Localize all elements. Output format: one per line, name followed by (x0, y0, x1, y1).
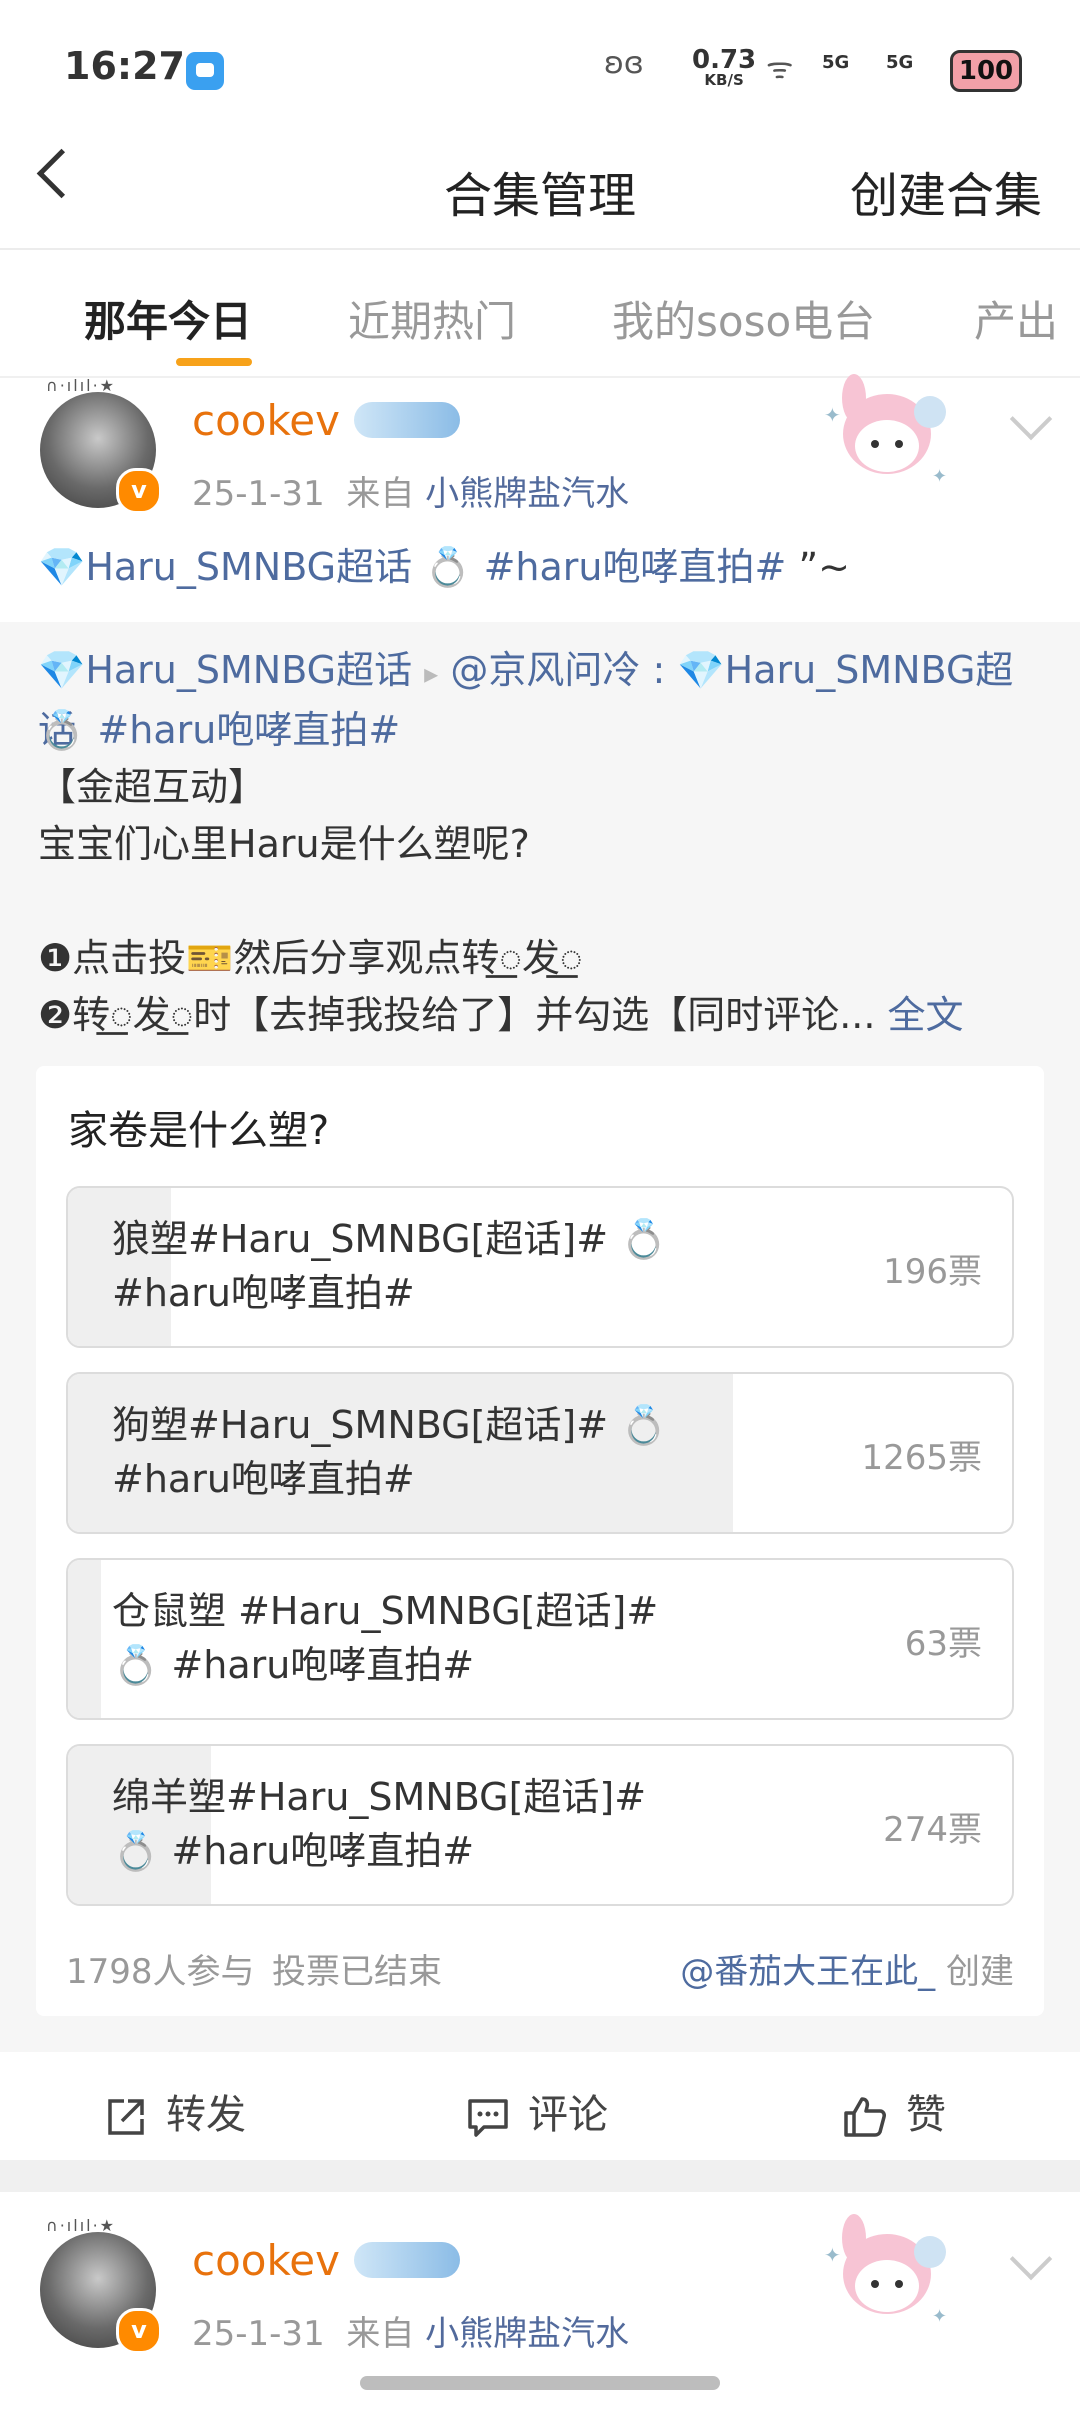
repost-line-2: 💍 #haru咆哮直拍# (38, 702, 1048, 759)
vote-option-count: 274票 (883, 1810, 982, 1850)
battery-indicator: 100 (950, 50, 1022, 92)
repost-colon: : (652, 648, 666, 692)
create-collection-button[interactable]: 创建合集 (850, 156, 1042, 226)
repost-author-link[interactable]: @京风问冷 (450, 648, 640, 692)
post-from-label: 来自 (346, 2314, 415, 2354)
tab-recent-hot[interactable]: 近期热门 (348, 288, 516, 349)
vote-option[interactable]: 仓鼠塑 #Haru_SMNBG[超话]# 💍 #haru咆哮直拍# 63票 (66, 1558, 1014, 1720)
like-button[interactable]: 赞 (842, 2082, 946, 2140)
tab-output[interactable]: 产出 (974, 288, 1058, 349)
repost-button[interactable]: 转发 (104, 2082, 246, 2140)
svg-text:✦: ✦ (824, 2243, 841, 2267)
vote-option[interactable]: 狗塑#Haru_SMNBG[超话]# 💍 #haru咆哮直拍# 1265票 (66, 1372, 1014, 1534)
home-indicator[interactable] (360, 2376, 720, 2390)
tab-soso-radio[interactable]: 我的soso电台 (612, 288, 875, 349)
post-text: 💎Haru_SMNBG超话 💍 #haru咆哮直拍# ”~ (38, 536, 850, 591)
svg-text:✦: ✦ (932, 2306, 947, 2327)
vote-creator-suffix: 创建 (946, 1952, 1014, 1992)
header-divider (0, 248, 1080, 250)
vote-option-line1: 狗塑#Haru_SMNBG[超话]# 💍 (112, 1403, 668, 1447)
repost-step2-line: ❷转꯭发꯭时【去掉我投给了】并勾选【同时评论... 全文 (38, 987, 1048, 1044)
repost-bracket-line: 【金超互动】 (38, 765, 267, 809)
repost-question-line: 宝宝们心里Haru是什么塑呢? (38, 822, 530, 866)
vote-option-line1: 仓鼠塑 #Haru_SMNBG[超话]# (112, 1589, 659, 1633)
post-source[interactable]: 小熊牌盐汽水 (425, 474, 629, 514)
post-from-label: 来自 (346, 474, 415, 514)
vote-option-label: 仓鼠塑 #Haru_SMNBG[超话]# 💍 #haru咆哮直拍# (112, 1584, 772, 1692)
vote-option-count: 63票 (904, 1624, 982, 1664)
vote-option-line1: 绵羊塑#Haru_SMNBG[超话]# (112, 1775, 647, 1819)
comment-icon (468, 2099, 508, 2137)
network-speed: 0.73 KB/S (692, 47, 756, 90)
share-icon (108, 2099, 144, 2135)
vote-status: 投票已结束 (272, 1952, 442, 1992)
feed-separator (0, 2160, 1080, 2192)
post-text-tail: ”~ (798, 545, 850, 589)
chevron-down-icon[interactable] (1009, 2237, 1053, 2281)
app-notification-icon (186, 52, 224, 90)
repost-text: 💎Haru_SMNBG超话 ▸ @京风问冷 : 💎Haru_SMNBG超话 💍 … (38, 642, 1048, 1044)
svg-text:✦: ✦ (824, 403, 841, 427)
vote-option-line1: 狼塑#Haru_SMNBG[超话]# 💍 (112, 1217, 668, 1261)
vote-option-count: 196票 (883, 1252, 982, 1292)
vote-creator-link[interactable]: @番茄大王在此_ (680, 1952, 935, 1992)
thumbs-up-icon (844, 2097, 886, 2137)
vote-option-line2: 💍 #haru咆哮直拍# (112, 1829, 475, 1873)
chevron-down-icon[interactable] (1009, 397, 1053, 441)
post-meta: 25-1-31 来自 小熊牌盐汽水 (192, 466, 629, 515)
melody-decoration-icon: ✦ ✦ (824, 374, 947, 487)
vote-option-line2: #haru咆哮直拍# (112, 1457, 415, 1501)
user-badge-icon (354, 402, 460, 438)
comment-button[interactable]: 评论 (466, 2082, 608, 2140)
repost-label: 转发 (166, 2092, 246, 2138)
vote-option[interactable]: 狼塑#Haru_SMNBG[超话]# 💍 #haru咆哮直拍# 196票 (66, 1186, 1014, 1348)
like-label: 赞 (906, 2092, 946, 2138)
status-time: 16:27 (64, 44, 185, 88)
post-topic-link[interactable]: 💎Haru_SMNBG超话 (38, 545, 412, 589)
active-tab-indicator (176, 358, 252, 366)
repost-step2: ❷转꯭发꯭时【去掉我投给了】并勾选【同时评论... (38, 993, 876, 1037)
melody-decoration-icon: ✦ ✦ (824, 2214, 947, 2327)
vote-option-bar (68, 1560, 102, 1718)
ring-emoji: 💍 (424, 545, 472, 589)
username[interactable]: cookev (192, 2236, 340, 2285)
verified-badge-icon: v (116, 468, 162, 514)
comment-label: 评论 (528, 2092, 608, 2138)
vote-creator: @番茄大王在此_ 创建 (680, 1944, 1014, 1993)
vote-option-label: 绵羊塑#Haru_SMNBG[超话]# 💍 #haru咆哮直拍# (112, 1770, 772, 1878)
vote-option[interactable]: 绵羊塑#Haru_SMNBG[超话]# 💍 #haru咆哮直拍# 274票 (66, 1744, 1014, 1906)
vote-option-label: 狗塑#Haru_SMNBG[超话]# 💍 #haru咆哮直拍# (112, 1398, 772, 1506)
vote-option-count: 1265票 (861, 1438, 982, 1478)
svg-text:✦: ✦ (932, 466, 947, 487)
repost-hashtag-link[interactable]: #haru咆哮直拍# (97, 708, 400, 752)
repost-step1: ❶点击投🎫然后分享观点转꯭发꯭ (38, 936, 583, 980)
tab-on-this-day[interactable]: 那年今日 (84, 288, 252, 349)
verified-badge-icon: v (116, 2308, 162, 2354)
username[interactable]: cookev (192, 396, 340, 445)
signal-5g-icon-2: 5G (886, 52, 914, 73)
post-hashtag-link[interactable]: #haru咆哮直拍# (484, 545, 787, 589)
vote-option-label: 狼塑#Haru_SMNBG[超话]# 💍 #haru咆哮直拍# (112, 1212, 772, 1320)
signal-5g-icon: 5G (822, 52, 850, 73)
arrow-icon: ▸ (424, 657, 439, 690)
sticker-icon: ʚɞ (604, 46, 644, 81)
post-meta: 25-1-31 来自 小熊牌盐汽水 (192, 2306, 629, 2355)
user-badge-icon (354, 2242, 460, 2278)
post-source[interactable]: 小熊牌盐汽水 (425, 2314, 629, 2354)
vote-question: 家卷是什么塑? (68, 1108, 330, 1154)
full-text-link[interactable]: 全文 (888, 993, 964, 1037)
post-date: 25-1-31 (192, 474, 325, 514)
repost-topic-link[interactable]: 💎Haru_SMNBG超话 (38, 648, 412, 692)
vote-participants: 1798人参与 (66, 1952, 255, 1992)
vote-option-line2: #haru咆哮直拍# (112, 1271, 415, 1315)
post-date: 25-1-31 (192, 2314, 325, 2354)
ring-emoji: 💍 (38, 708, 86, 752)
wifi-icon: ᯤ (766, 51, 794, 86)
vote-option-line2: 💍 #haru咆哮直拍# (112, 1643, 475, 1687)
